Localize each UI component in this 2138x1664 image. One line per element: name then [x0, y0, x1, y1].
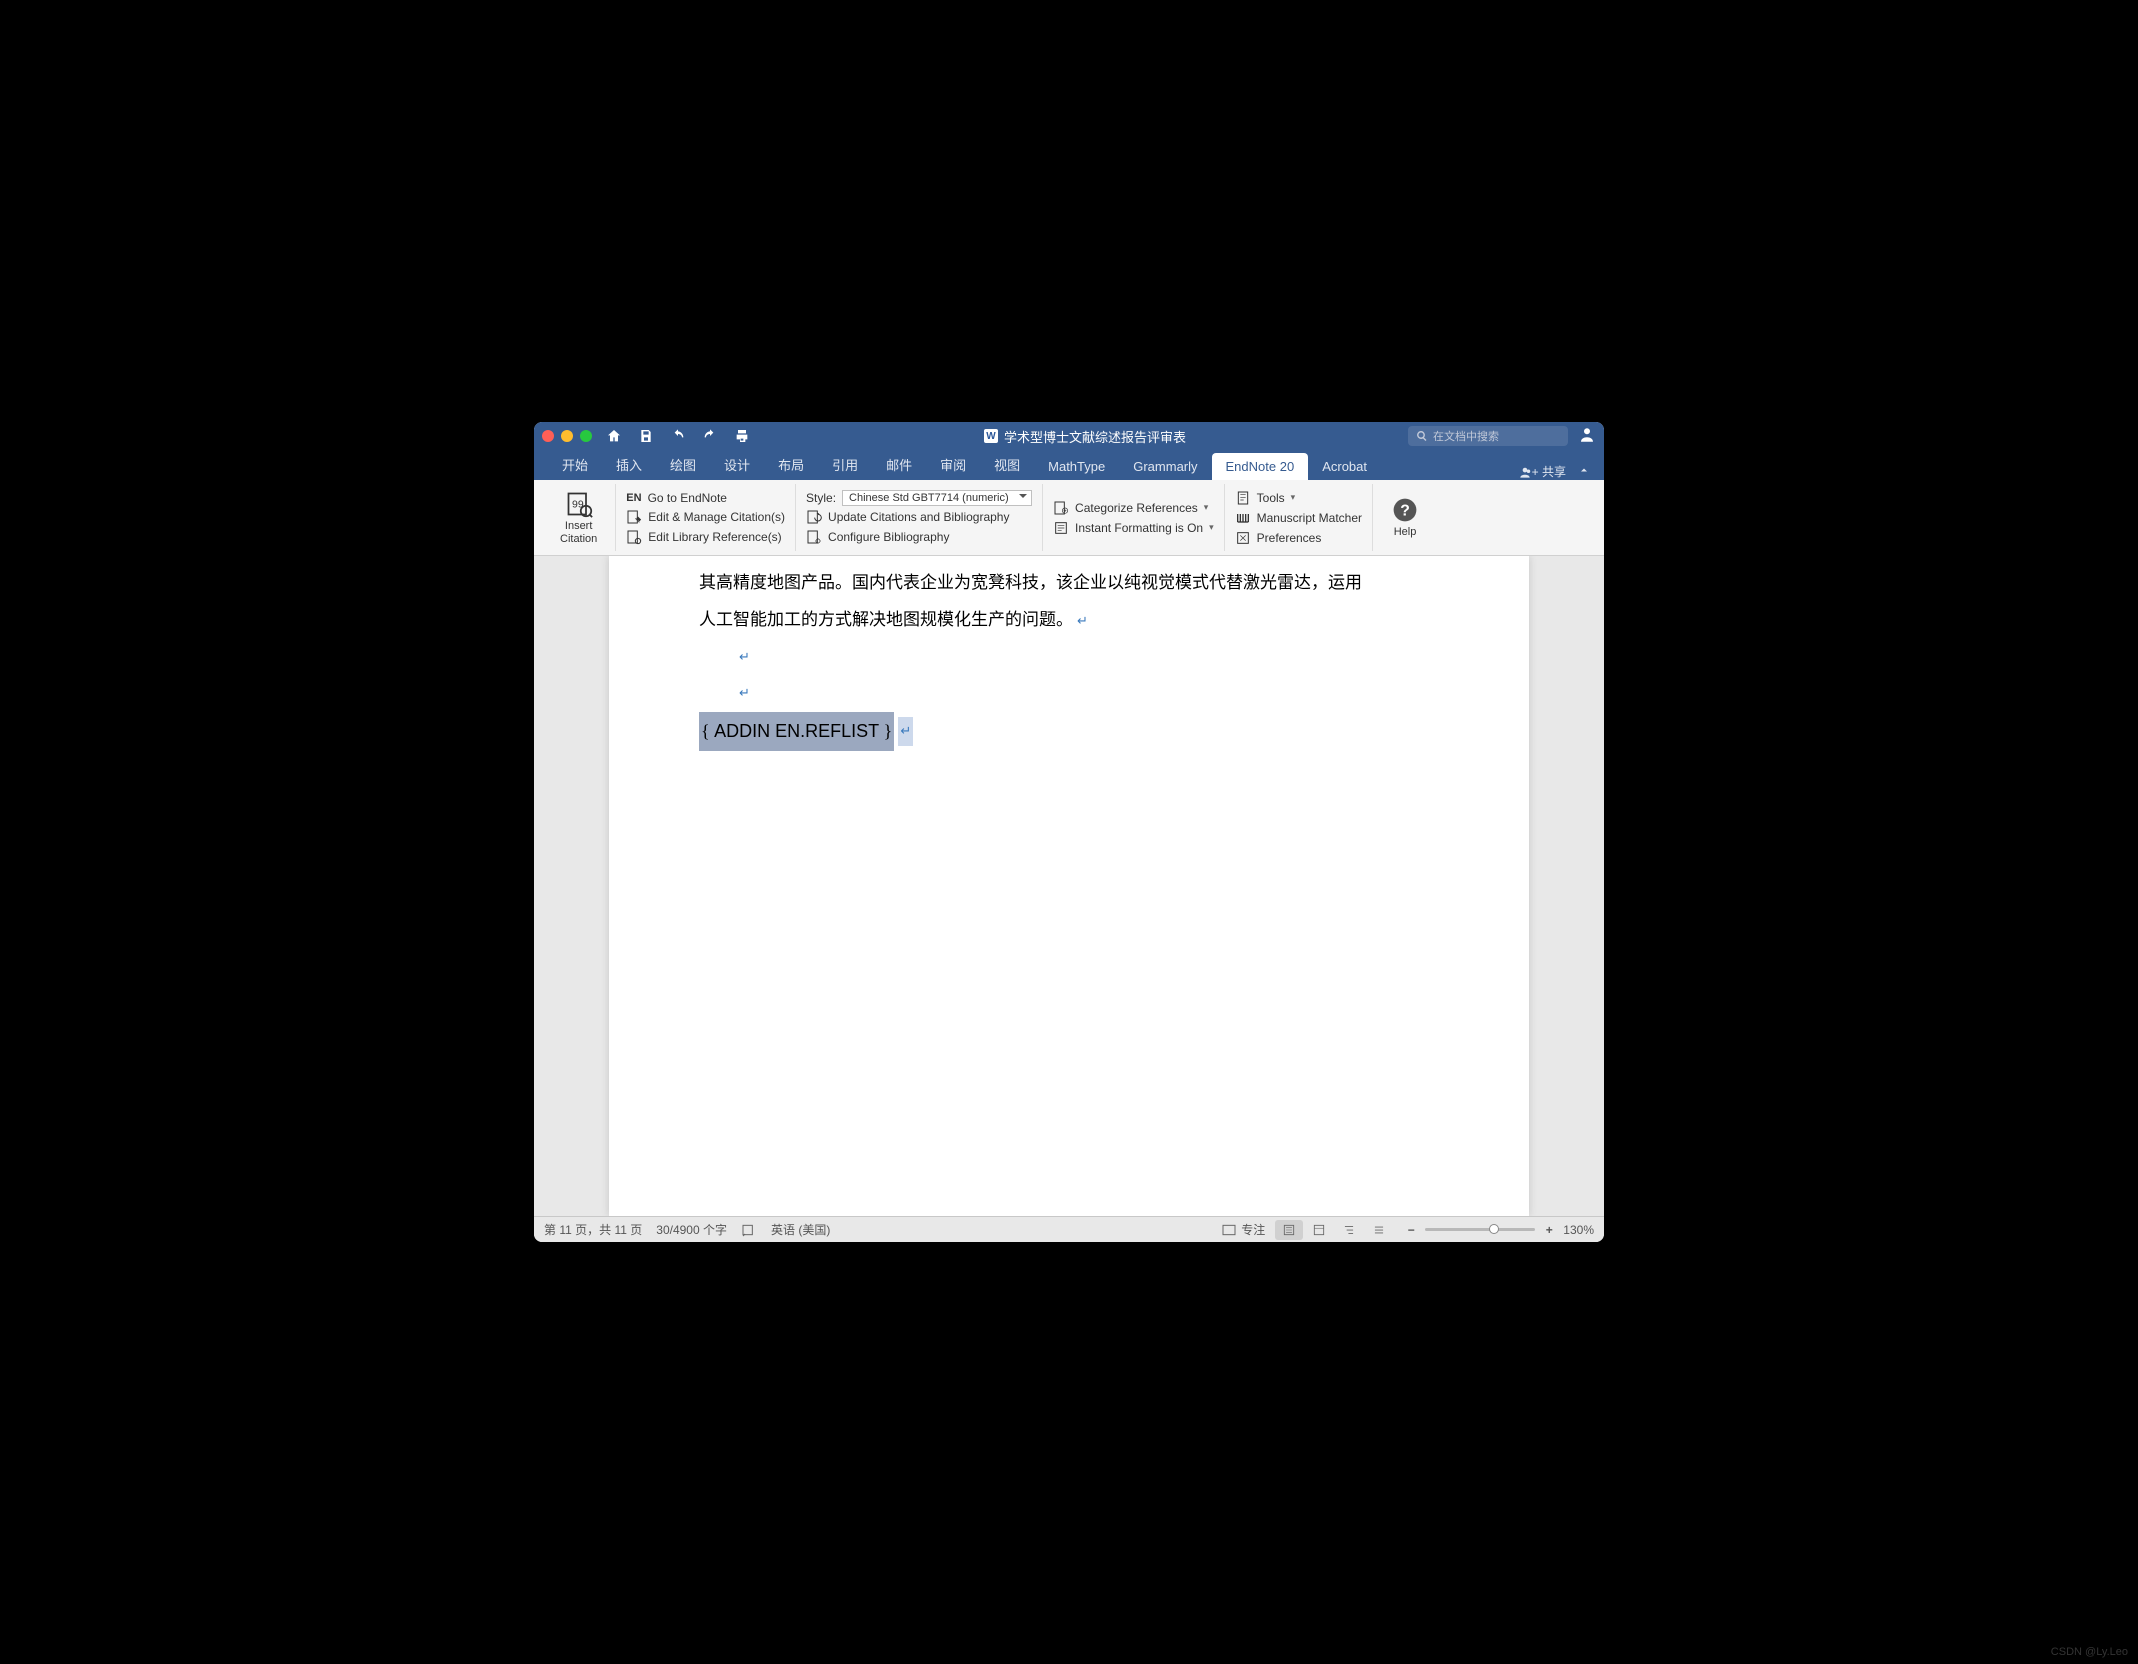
edit-library-icon — [626, 529, 642, 545]
document-page[interactable]: 其高精度地图产品。国内代表企业为宽凳科技，该企业以纯视觉模式代替激光雷达，运用 … — [609, 556, 1529, 1216]
help-button[interactable]: ? Help — [1383, 494, 1427, 540]
edit-library-reference-button[interactable]: Edit Library Reference(s) — [626, 528, 785, 546]
zoom-out-button[interactable]: − — [1403, 1223, 1419, 1237]
word-icon: W — [984, 429, 998, 443]
preferences-icon — [1235, 530, 1251, 546]
instant-format-icon — [1053, 520, 1069, 536]
tab-layout[interactable]: 布局 — [764, 449, 818, 480]
undo-icon[interactable] — [670, 428, 686, 444]
document-title: 学术型博士文献综述报告评审表 — [1004, 427, 1186, 446]
paragraph-mark-icon: ↵ — [898, 717, 913, 746]
endnote-icon: EN — [626, 492, 641, 504]
word-count[interactable]: 30/4900 个字 — [656, 1221, 727, 1238]
collapse-ribbon-icon[interactable] — [1578, 464, 1590, 479]
tools-icon — [1235, 490, 1251, 506]
preferences-button[interactable]: Preferences — [1235, 529, 1362, 547]
paragraph-mark-icon: ↵ — [739, 675, 1469, 711]
document-area[interactable]: 其高精度地图产品。国内代表企业为宽凳科技，该企业以纯视觉模式代替激光雷达，运用 … — [534, 556, 1604, 1216]
draft-view-button[interactable] — [1365, 1220, 1393, 1240]
print-icon[interactable] — [734, 428, 750, 444]
tab-grammarly[interactable]: Grammarly — [1119, 453, 1211, 480]
zoom-in-button[interactable]: + — [1541, 1223, 1557, 1237]
language-indicator[interactable]: 英语 (美国) — [771, 1221, 830, 1238]
style-select[interactable]: Chinese Std GBT7714 (numeric) — [842, 490, 1032, 506]
close-button[interactable] — [542, 430, 554, 442]
watermark: CSDN @Ly.Leo — [2051, 1646, 2128, 1658]
zoom-level[interactable]: 130% — [1563, 1223, 1594, 1237]
page-indicator[interactable]: 第 11 页，共 11 页 — [544, 1221, 642, 1238]
window-title: W 学术型博士文献综述报告评审表 — [762, 427, 1408, 446]
maximize-button[interactable] — [580, 430, 592, 442]
tab-review[interactable]: 审阅 — [926, 449, 980, 480]
ribbon-tabs: 开始 插入 绘图 设计 布局 引用 邮件 审阅 视图 MathType Gram… — [534, 450, 1604, 480]
manuscript-icon — [1235, 510, 1251, 526]
tab-mailings[interactable]: 邮件 — [872, 449, 926, 480]
print-layout-view-button[interactable] — [1275, 1220, 1303, 1240]
tab-draw[interactable]: 绘图 — [656, 449, 710, 480]
tab-endnote[interactable]: EndNote 20 — [1212, 453, 1309, 480]
zoom-control: − + 130% — [1403, 1223, 1594, 1237]
tab-references[interactable]: 引用 — [818, 449, 872, 480]
search-icon — [1416, 430, 1428, 442]
window-controls — [542, 430, 592, 442]
update-icon — [806, 509, 822, 525]
body-text-line2: 人工智能加工的方式解决地图规模化生产的问题。↵ — [699, 601, 1469, 638]
save-icon[interactable] — [638, 428, 654, 444]
tab-insert[interactable]: 插入 — [602, 449, 656, 480]
update-citations-button[interactable]: Update Citations and Bibliography — [806, 508, 1032, 526]
field-code-selection[interactable]: { ADDIN EN.REFLIST }↵ — [699, 712, 913, 752]
zoom-thumb[interactable] — [1489, 1224, 1499, 1234]
tools-button[interactable]: Tools — [1235, 489, 1362, 507]
search-placeholder: 在文档中搜索 — [1433, 428, 1499, 444]
web-layout-view-button[interactable] — [1305, 1220, 1333, 1240]
tab-view[interactable]: 视图 — [980, 449, 1034, 480]
app-window: W 学术型博士文献综述报告评审表 在文档中搜索 开始 插入 绘图 设计 布局 引… — [534, 422, 1604, 1242]
insert-citation-icon: 99 — [565, 490, 593, 518]
categorize-references-button[interactable]: Categorize References — [1053, 499, 1214, 517]
view-mode-buttons — [1275, 1220, 1393, 1240]
paragraph-mark-icon: ↵ — [739, 639, 1469, 675]
home-icon[interactable] — [606, 428, 622, 444]
insert-citation-button[interactable]: 99 Insert Citation — [552, 488, 605, 546]
go-to-endnote-button[interactable]: EN Go to EndNote — [626, 490, 785, 506]
config-icon — [806, 529, 822, 545]
svg-text:?: ? — [1400, 503, 1410, 520]
spellcheck-icon[interactable] — [741, 1222, 757, 1238]
paragraph-mark-icon: ↵ — [1077, 613, 1088, 628]
redo-icon[interactable] — [702, 428, 718, 444]
field-code-text: { ADDIN EN.REFLIST } — [699, 712, 894, 752]
instant-formatting-button[interactable]: Instant Formatting is On — [1053, 519, 1214, 537]
configure-bibliography-button[interactable]: Configure Bibliography — [806, 528, 1032, 546]
edit-manage-citations-button[interactable]: Edit & Manage Citation(s) — [626, 508, 785, 526]
user-icon[interactable] — [1578, 426, 1596, 447]
tab-mathtype[interactable]: MathType — [1034, 453, 1119, 480]
body-text-line1: 其高精度地图产品。国内代表企业为宽凳科技，该企业以纯视觉模式代替激光雷达，运用 — [699, 564, 1469, 601]
style-label: Style: — [806, 491, 836, 505]
titlebar: W 学术型博士文献综述报告评审表 在文档中搜索 — [534, 422, 1604, 450]
manuscript-matcher-button[interactable]: Manuscript Matcher — [1235, 509, 1362, 527]
tab-home[interactable]: 开始 — [548, 449, 602, 480]
categorize-icon — [1053, 500, 1069, 516]
outline-view-button[interactable] — [1335, 1220, 1363, 1240]
minimize-button[interactable] — [561, 430, 573, 442]
ribbon-toolbar: 99 Insert Citation EN Go to EndNote Edit… — [534, 480, 1604, 556]
help-icon: ? — [1391, 496, 1419, 524]
tab-acrobat[interactable]: Acrobat — [1308, 453, 1381, 480]
search-input[interactable]: 在文档中搜索 — [1408, 426, 1568, 446]
tab-design[interactable]: 设计 — [710, 449, 764, 480]
zoom-slider[interactable] — [1425, 1228, 1535, 1231]
share-button[interactable]: + 共享 — [1518, 463, 1566, 480]
statusbar: 第 11 页，共 11 页 30/4900 个字 英语 (美国) 专注 − + … — [534, 1216, 1604, 1242]
edit-citations-icon — [626, 509, 642, 525]
focus-mode-button[interactable]: 专注 — [1221, 1221, 1265, 1238]
